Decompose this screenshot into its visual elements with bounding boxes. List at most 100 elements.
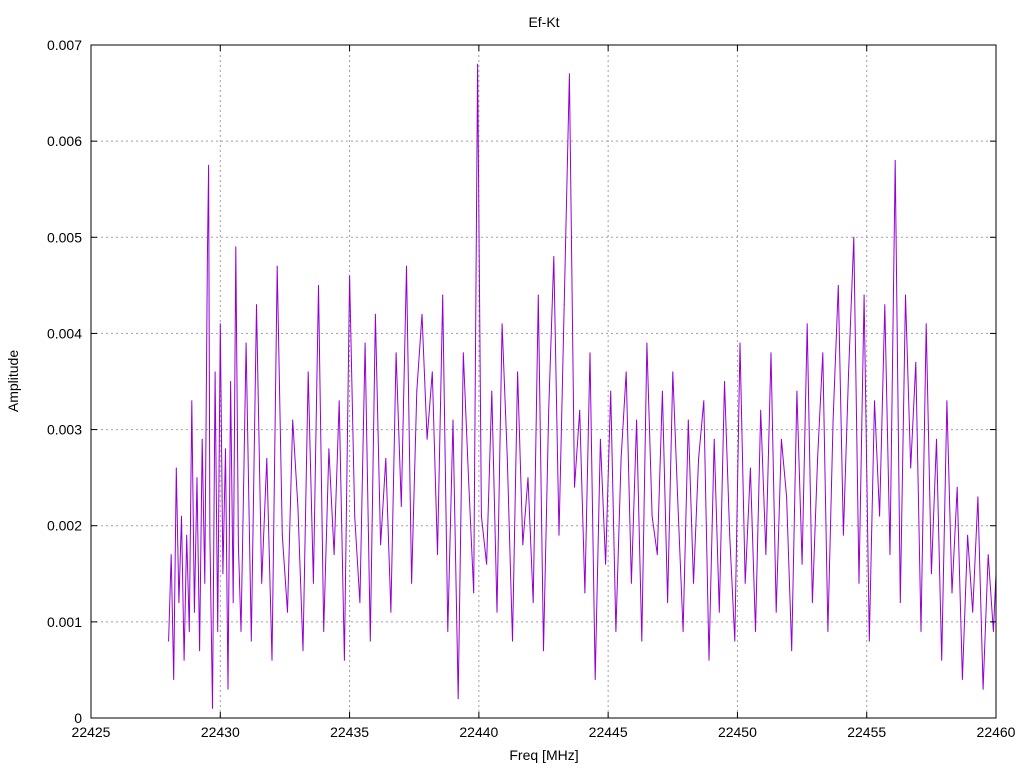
data-point (599, 438, 601, 440)
data-point (563, 304, 565, 306)
data-point (651, 515, 653, 517)
data-point (930, 573, 932, 575)
data-point (193, 611, 195, 613)
data-point (656, 554, 658, 556)
data-point (232, 602, 234, 604)
data-point (853, 236, 855, 238)
data-point (636, 419, 638, 421)
data-point (287, 611, 288, 613)
data-point (987, 554, 989, 556)
data-point (201, 438, 203, 440)
data-point (693, 582, 694, 584)
data-point (672, 371, 674, 373)
data-point (760, 409, 762, 411)
data-point (181, 515, 182, 517)
data-point (801, 563, 803, 565)
data-point (364, 342, 366, 344)
chart-title: Ef-Kt (528, 14, 559, 30)
data-point (625, 371, 627, 373)
data-point (956, 486, 958, 488)
data-point (343, 659, 345, 661)
data-point (874, 400, 875, 402)
data-point (646, 342, 648, 344)
data-point (473, 592, 475, 594)
data-point (390, 611, 392, 613)
data-point (806, 323, 808, 325)
data-point (292, 419, 294, 421)
data-point (219, 323, 221, 325)
data-point (271, 659, 273, 661)
data-point (380, 544, 382, 546)
data-point (462, 352, 464, 354)
data-point (214, 371, 216, 373)
y-tick-label: 0.007 (47, 37, 82, 53)
data-point (744, 582, 746, 584)
data-point (775, 611, 777, 613)
y-tick-label: 0.003 (47, 422, 82, 438)
data-point (827, 631, 829, 632)
data-point (477, 63, 479, 65)
data-point (630, 582, 632, 584)
data-point (915, 361, 917, 363)
data-point (811, 602, 813, 604)
data-point (206, 256, 208, 257)
data-point (442, 294, 444, 296)
data-point (708, 659, 710, 661)
data-point (243, 486, 245, 488)
data-point (468, 477, 469, 479)
data-point (879, 515, 881, 517)
data-point (506, 457, 508, 459)
data-point (512, 640, 513, 642)
data-point (297, 506, 299, 507)
y-tick-label: 0.002 (47, 518, 82, 534)
data-point (245, 342, 247, 344)
data-point (261, 582, 263, 584)
data-point (312, 582, 314, 584)
data-point (250, 640, 252, 642)
data-point (235, 246, 237, 248)
data-point (227, 688, 229, 690)
y-tick-label: 0.006 (47, 133, 82, 149)
data-point (217, 631, 219, 632)
data-point (925, 323, 927, 325)
data-point (480, 515, 482, 517)
data-point (369, 640, 371, 642)
data-point (183, 659, 185, 661)
data-point (212, 707, 213, 709)
data-point (687, 419, 689, 421)
data-point (667, 602, 669, 604)
data-point (739, 342, 741, 344)
series-layer (168, 63, 997, 709)
data-point (682, 631, 684, 632)
data-point (374, 313, 376, 315)
y-tick-label: 0.004 (47, 325, 82, 341)
data-point (266, 457, 268, 459)
series-line (168, 64, 997, 709)
data-point (209, 534, 211, 536)
data-point (230, 381, 232, 382)
x-tick-label: 22435 (330, 724, 369, 740)
data-point (431, 371, 433, 373)
x-tick-label: 22460 (977, 724, 1016, 740)
data-point (579, 409, 581, 411)
x-tick-label: 22455 (847, 724, 886, 740)
data-point (354, 515, 356, 517)
data-point (982, 688, 984, 690)
data-point (718, 611, 720, 613)
data-point (729, 534, 731, 536)
data-point (173, 679, 175, 680)
y-tick-label: 0.005 (47, 229, 82, 245)
data-point (522, 544, 524, 546)
data-point (359, 602, 361, 604)
data-point (328, 448, 330, 450)
data-point (863, 294, 865, 296)
data-point (568, 73, 570, 75)
x-tick-label: 22425 (72, 724, 111, 740)
data-point (553, 256, 555, 257)
x-axis-label: Freq [MHz] (509, 747, 578, 763)
data-point (426, 438, 428, 440)
data-point (199, 650, 201, 652)
data-point (406, 265, 407, 267)
data-point (175, 467, 177, 469)
y-axis-label: Amplitude (5, 350, 21, 412)
